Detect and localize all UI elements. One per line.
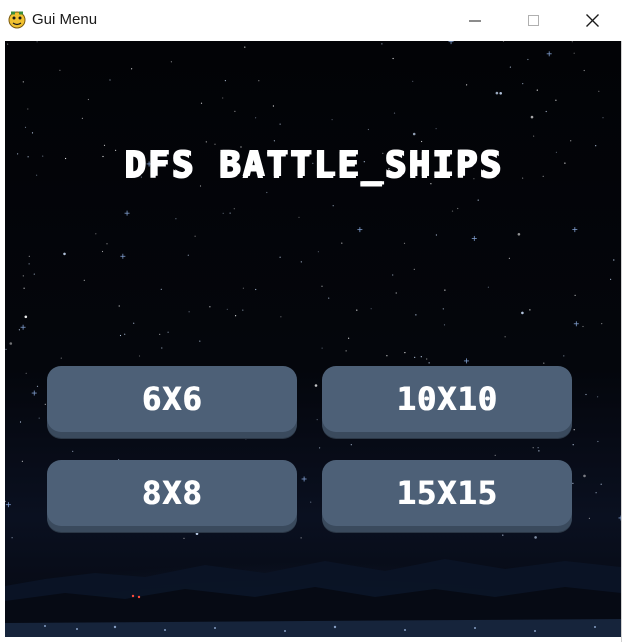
app-window: Gui Menu DFS BATTLE_SHIPS 6X6 10X10 8X8 … (0, 0, 622, 642)
maximize-icon (527, 15, 539, 26)
window-title: Gui Menu (32, 11, 98, 28)
board-15x15-button[interactable]: 15X15 (322, 460, 572, 526)
close-icon (585, 14, 599, 27)
game-title: DFS BATTLE_SHIPS (123, 144, 503, 185)
close-button[interactable] (563, 0, 621, 41)
maximize-button[interactable] (504, 0, 562, 41)
minimize-icon (469, 20, 481, 21)
title-bar[interactable]: Gui Menu (0, 0, 622, 41)
board-8x8-button[interactable]: 8X8 (47, 460, 297, 526)
game-canvas[interactable]: DFS BATTLE_SHIPS 6X6 10X10 8X8 15X15 (5, 41, 621, 637)
night-landscape (5, 559, 621, 637)
minimize-button[interactable] (446, 0, 504, 41)
board-6x6-button[interactable]: 6X6 (47, 366, 297, 432)
python-snake-icon (8, 11, 26, 29)
board-10x10-button[interactable]: 10X10 (322, 366, 572, 432)
